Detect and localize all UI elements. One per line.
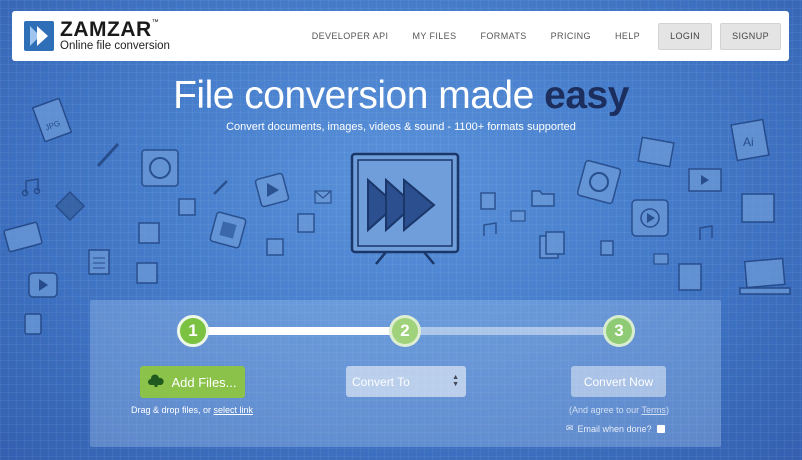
stamp-icon [264, 236, 286, 258]
zamzar-logo[interactable]: ZAMZAR™ Online file conversion [24, 19, 170, 53]
mini-file-icon [598, 238, 616, 258]
photo-icon [636, 136, 676, 170]
play-circle-icon [628, 196, 672, 240]
select-link[interactable]: select link [214, 405, 254, 415]
terms-link[interactable]: Terms [641, 405, 666, 415]
laptop-icon [738, 256, 792, 300]
hero-subtitle: Convert documents, images, videos & soun… [226, 121, 576, 133]
music-small-icon [480, 220, 502, 240]
login-button[interactable]: LOGIN [658, 22, 713, 50]
step-1-indicator: 1 [177, 315, 209, 347]
nav-pricing[interactable]: PRICING [551, 31, 591, 41]
logo-name: ZAMZAR™ [60, 18, 160, 42]
film-icon [208, 210, 248, 250]
nav-formats[interactable]: FORMATS [481, 31, 527, 41]
logo-tagline: Online file conversion [60, 40, 170, 53]
clipboard-icon [673, 260, 707, 294]
folder-icon [530, 186, 556, 208]
email-when-done-label: Email when done? [577, 423, 652, 434]
play-triangle-icon [50, 186, 90, 226]
nav-help[interactable]: HELP [615, 31, 640, 41]
hero-title-emphasis: easy [544, 74, 629, 117]
picture-icon [738, 188, 778, 228]
drag-drop-hint: Drag & drop files, or select link [130, 405, 254, 415]
email-when-done-row: ✉ Email when done? [566, 423, 665, 434]
document-lines-icon [86, 247, 112, 277]
email-when-done-checkbox[interactable] [656, 424, 665, 433]
fast-forward-illustration [346, 150, 464, 265]
nav-developer-api[interactable]: DEVELOPER API [312, 31, 389, 41]
terms-agreement: (And agree to our Terms) [569, 405, 669, 415]
page-background: JPG Ai ZAMZAR™ Online file conversion DE… [0, 0, 802, 460]
film-strip-icon [686, 166, 724, 196]
add-files-button[interactable]: Add Files... [140, 366, 245, 398]
small-folder-icon [510, 208, 526, 222]
music-note-icon [20, 175, 44, 199]
doc-icon [22, 312, 44, 336]
progress-track-fill [192, 327, 404, 335]
envelope-deco-icon [314, 190, 332, 204]
envelope-icon: ✉ [566, 423, 574, 433]
convert-to-value: Convert To [352, 374, 410, 389]
add-files-label: Add Files... [171, 374, 237, 390]
mini-card-icon [652, 252, 670, 266]
sync-icon [575, 158, 623, 206]
convert-to-select[interactable]: Convert To ▲ ▼ [346, 366, 466, 397]
archive-icon [136, 220, 162, 246]
zamzar-logo-icon [24, 21, 54, 51]
select-arrows-icon: ▲ ▼ [452, 374, 459, 388]
hero-title: File conversion made easy [173, 74, 629, 117]
video-player-icon [254, 172, 290, 208]
image-frame-icon [134, 260, 160, 286]
copy-icon [536, 230, 568, 262]
top-navbar: ZAMZAR™ Online file conversion DEVELOPER… [12, 11, 789, 61]
wrench-icon [210, 176, 232, 198]
refresh-icon [138, 146, 182, 190]
upload-cloud-icon [148, 374, 165, 390]
file-small-icon [478, 190, 498, 212]
note-icon [296, 212, 316, 234]
play-button-icon [26, 270, 60, 300]
signup-button[interactable]: SIGNUP [720, 22, 781, 50]
step-2-indicator: 2 [389, 315, 421, 347]
tape-icon [3, 220, 43, 256]
small-file-icon [176, 196, 198, 218]
pencil-icon [94, 140, 124, 170]
convert-now-button[interactable]: Convert Now [571, 366, 666, 397]
main-nav: DEVELOPER API MY FILES FORMATS PRICING H… [288, 11, 781, 61]
svg-text:Ai: Ai [743, 135, 754, 149]
music-icon [694, 222, 718, 246]
nav-my-files[interactable]: MY FILES [412, 31, 456, 41]
step-3-indicator: 3 [603, 315, 635, 347]
